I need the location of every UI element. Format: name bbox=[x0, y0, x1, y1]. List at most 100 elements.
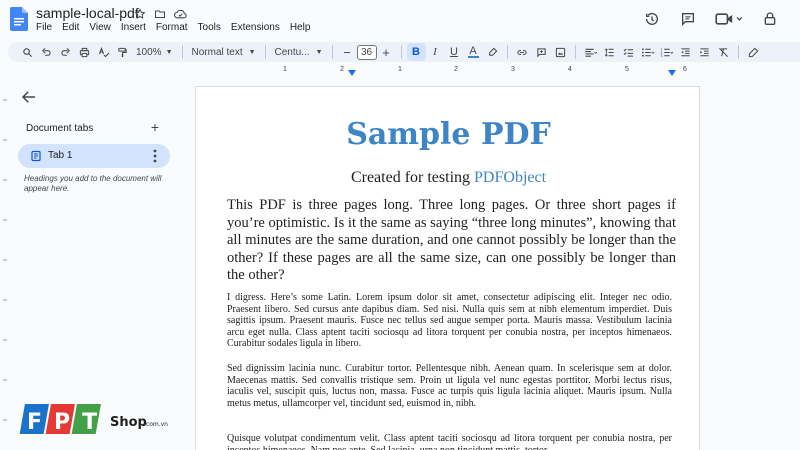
fpt-shop-logo: FPT Shop .com.vn bbox=[19, 404, 168, 435]
ruler-number: 2 bbox=[340, 66, 344, 73]
menu-edit[interactable]: Edit bbox=[62, 22, 79, 33]
svg-text:3: 3 bbox=[660, 54, 662, 58]
ruler-number: 1 bbox=[398, 66, 402, 73]
doc-subtitle-text: Created for testing bbox=[350, 169, 475, 186]
add-comment-icon[interactable] bbox=[532, 43, 551, 61]
insert-image-icon[interactable] bbox=[551, 43, 570, 61]
paragraph-style-select[interactable]: Normal text ▼ bbox=[188, 43, 260, 61]
horizontal-ruler[interactable]: 1 2 1 2 3 4 5 6 bbox=[195, 66, 700, 78]
meet-video-icon[interactable] bbox=[714, 10, 744, 28]
docs-logo-icon[interactable] bbox=[10, 7, 28, 31]
spellcheck-icon[interactable] bbox=[94, 43, 113, 61]
outline-hint: Headings you add to the document will ap… bbox=[24, 174, 162, 193]
font-size-input[interactable]: 36 bbox=[356, 44, 377, 60]
ruler-number: 1 bbox=[283, 66, 287, 73]
editing-mode-icon[interactable] bbox=[744, 43, 763, 61]
zoom-select[interactable]: 100% ▼ bbox=[132, 43, 177, 61]
toolbar-divider bbox=[506, 45, 508, 59]
vertical-ruler[interactable] bbox=[0, 80, 10, 450]
sidebar-title: Document tabs bbox=[26, 123, 94, 134]
increase-font-size-button[interactable]: + bbox=[377, 43, 396, 61]
ruler-number: 3 bbox=[511, 66, 515, 73]
ruler-number: 2 bbox=[454, 66, 458, 73]
shop-domain: .com.vn bbox=[144, 421, 168, 428]
insert-link-icon[interactable] bbox=[513, 43, 532, 61]
toolbar-divider bbox=[400, 45, 402, 59]
doc-heading: Sample PDF bbox=[346, 117, 551, 152]
bulleted-list-icon[interactable] bbox=[638, 43, 657, 61]
clear-formatting-icon[interactable] bbox=[714, 43, 733, 61]
toolbar-divider bbox=[264, 45, 266, 59]
redo-icon[interactable] bbox=[56, 43, 75, 61]
align-icon[interactable] bbox=[581, 43, 600, 61]
right-indent-marker[interactable] bbox=[668, 70, 676, 76]
back-arrow-icon[interactable] bbox=[20, 88, 38, 106]
font-value: Centu... bbox=[274, 46, 310, 58]
left-indent-marker[interactable] bbox=[348, 70, 356, 76]
line-spacing-icon[interactable] bbox=[600, 43, 619, 61]
toolbar-divider bbox=[574, 45, 576, 59]
ruler-number: 6 bbox=[683, 66, 687, 73]
underline-button[interactable]: U bbox=[445, 43, 464, 61]
document-tab-icon bbox=[31, 150, 41, 162]
ruler-number: 4 bbox=[568, 66, 572, 73]
latin-paragraph-2: Sed dignissim lacinia nunc. Curabitur to… bbox=[227, 363, 672, 409]
star-icon[interactable] bbox=[133, 7, 147, 21]
text-color-swatch bbox=[467, 55, 479, 58]
intro-paragraph: This PDF is three pages long. Three long… bbox=[227, 197, 676, 284]
zoom-value: 100% bbox=[136, 46, 162, 58]
sidebar-item-tab-1[interactable]: Tab 1 bbox=[18, 144, 170, 168]
menu-insert[interactable]: Insert bbox=[121, 22, 146, 33]
toolbar-divider bbox=[181, 45, 183, 59]
add-tab-button[interactable]: + bbox=[148, 119, 162, 135]
latin-paragraph-3: Quisque volutpat condimentum velit. Clas… bbox=[227, 433, 672, 450]
text-color-letter: A bbox=[469, 44, 477, 57]
menu-extensions[interactable]: Extensions bbox=[231, 22, 280, 33]
move-folder-icon[interactable] bbox=[153, 7, 167, 21]
document-page[interactable]: Sample PDF Created for testing PDFObject… bbox=[195, 86, 700, 450]
shop-wordmark: Shop bbox=[110, 415, 147, 430]
checklist-icon[interactable] bbox=[619, 43, 638, 61]
fpt-wordmark: FPT bbox=[27, 410, 109, 435]
font-select[interactable]: Centu... ▼ bbox=[271, 43, 327, 61]
caret-down-icon: ▼ bbox=[248, 48, 256, 56]
menu-format[interactable]: Format bbox=[156, 22, 188, 33]
share-icon[interactable] bbox=[760, 10, 780, 28]
paragraph-style-value: Normal text bbox=[191, 46, 243, 58]
menu-file[interactable]: File bbox=[36, 22, 52, 33]
comments-icon[interactable] bbox=[678, 10, 698, 28]
italic-button[interactable]: I bbox=[426, 43, 445, 61]
doc-subtitle: Created for testing PDFObject bbox=[196, 169, 699, 187]
bold-button[interactable]: B bbox=[406, 43, 426, 61]
menu-help[interactable]: Help bbox=[290, 22, 311, 33]
formatting-toolbar: 100% ▼ Normal text ▼ Centu... ▼ − 36 + B… bbox=[8, 42, 800, 62]
toolbar-divider bbox=[737, 45, 739, 59]
title-icons bbox=[133, 7, 187, 21]
cloud-saved-icon[interactable] bbox=[173, 7, 187, 21]
pdfobject-link[interactable]: PDFObject bbox=[474, 169, 546, 186]
decrease-indent-icon[interactable] bbox=[676, 43, 695, 61]
menu-bar: File Edit View Insert Format Tools Exten… bbox=[36, 22, 310, 33]
history-icon[interactable] bbox=[642, 10, 662, 28]
tab-label: Tab 1 bbox=[48, 150, 73, 161]
menu-tools[interactable]: Tools bbox=[198, 22, 221, 33]
paint-format-icon[interactable] bbox=[113, 43, 132, 61]
print-icon[interactable] bbox=[75, 43, 94, 61]
caret-down-icon: ▼ bbox=[315, 48, 323, 56]
search-menus-icon[interactable] bbox=[18, 43, 37, 61]
ruler-number: 5 bbox=[625, 66, 629, 73]
numbered-list-icon[interactable]: 123 bbox=[657, 43, 676, 61]
caret-down-icon: ▼ bbox=[165, 48, 173, 56]
title-bar: sample-local-pdf File Edit View Insert F… bbox=[0, 0, 800, 40]
undo-icon[interactable] bbox=[37, 43, 56, 61]
toolbar-divider bbox=[331, 45, 333, 59]
document-title[interactable]: sample-local-pdf bbox=[36, 5, 139, 21]
decrease-font-size-button[interactable]: − bbox=[338, 43, 357, 61]
increase-indent-icon[interactable] bbox=[695, 43, 714, 61]
text-color-button[interactable]: A bbox=[464, 43, 483, 61]
top-right-actions bbox=[642, 10, 780, 28]
highlight-pen-icon[interactable] bbox=[483, 43, 502, 61]
latin-paragraph-1: I digress. Here’s some Latin. Lorem ipsu… bbox=[227, 292, 672, 350]
menu-view[interactable]: View bbox=[89, 22, 111, 33]
more-vert-icon[interactable] bbox=[148, 148, 162, 164]
